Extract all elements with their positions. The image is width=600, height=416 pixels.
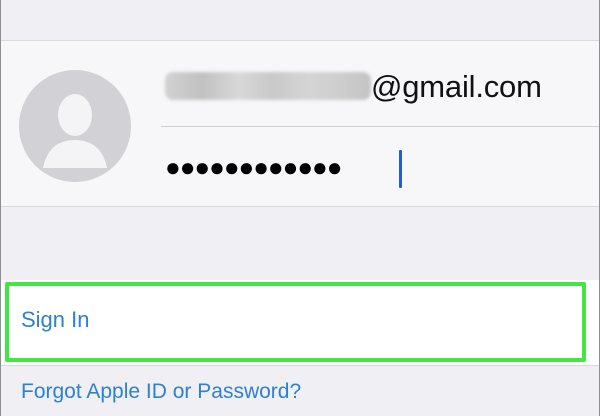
text-cursor	[399, 150, 402, 188]
field-divider	[161, 126, 599, 127]
password-mask: ●●●●●●●●●●●●	[165, 152, 342, 182]
sign-in-row[interactable]	[1, 280, 599, 365]
email-username-redaction	[165, 72, 371, 100]
credentials-panel: @gmail.com ●●●●●●●●●●●●	[1, 41, 599, 207]
sign-in-screen: @gmail.com ●●●●●●●●●●●● Sign In Forgot A…	[0, 0, 600, 416]
email-field[interactable]: @gmail.com	[165, 67, 575, 107]
forgot-apple-id-link[interactable]: Forgot Apple ID or Password?	[21, 378, 301, 406]
bottom-divider	[1, 365, 599, 366]
person-silhouette-icon	[19, 70, 131, 182]
password-field[interactable]: ●●●●●●●●●●●●	[165, 149, 425, 191]
email-domain-text: @gmail.com	[371, 69, 542, 104]
sign-in-button[interactable]: Sign In	[21, 305, 90, 335]
avatar	[19, 70, 131, 182]
